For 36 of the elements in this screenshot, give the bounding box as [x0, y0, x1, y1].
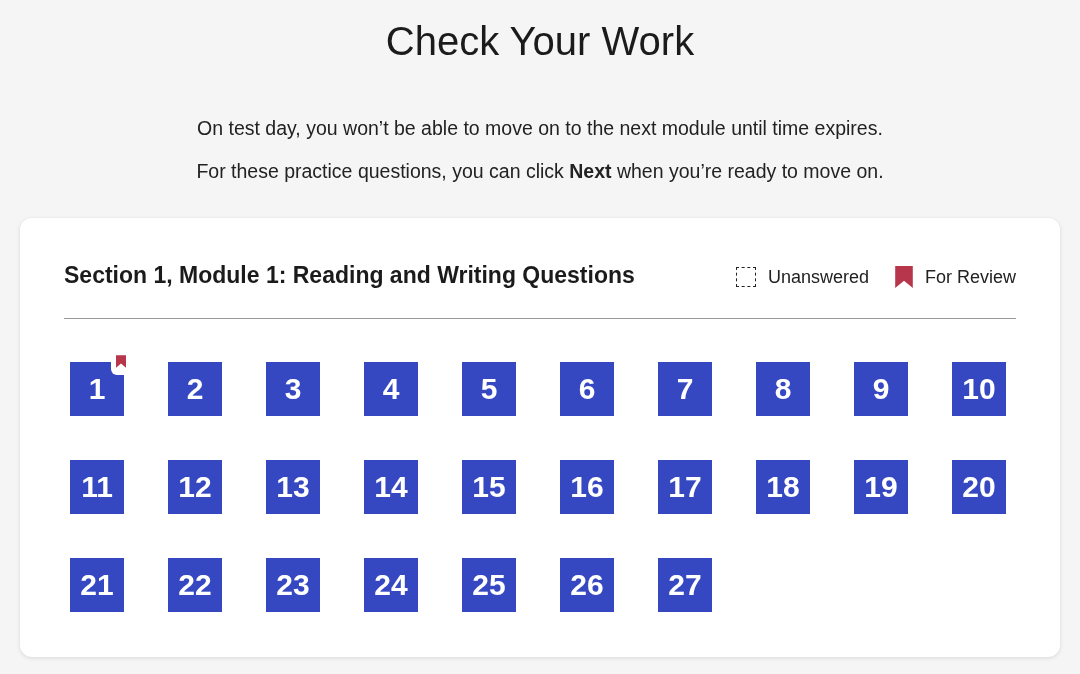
page-title: Check Your Work [385, 18, 695, 65]
instruction-text: For these practice questions, you can click Next when you’re ready to move on. [196, 159, 884, 183]
question-button[interactable]: 24 [364, 558, 418, 612]
question-button[interactable]: 20 [952, 460, 1006, 514]
question-button[interactable]: 12 [168, 460, 222, 514]
question-button[interactable]: 23 [266, 558, 320, 612]
question-button[interactable]: 21 [70, 558, 124, 612]
question-button[interactable]: 15 [462, 460, 516, 514]
question-button[interactable]: 6 [560, 362, 614, 416]
bookmark-icon [116, 355, 126, 368]
question-button[interactable]: 18 [756, 460, 810, 514]
instruction-text: On test day, you won’t be able to move on to the next module until time expires. [197, 116, 883, 140]
question-button[interactable]: 14 [364, 460, 418, 514]
legend-label: For Review [924, 266, 1016, 288]
section-heading: Section 1, Module 1: Reading and Writing Questions [64, 260, 635, 289]
question-button[interactable]: 3 [266, 362, 320, 416]
question-button[interactable]: 7 [658, 362, 712, 416]
question-button[interactable]: 16 [560, 460, 614, 514]
question-button[interactable]: 27 [658, 558, 712, 612]
question-button[interactable]: 4 [364, 362, 418, 416]
question-button[interactable]: 5 [462, 362, 516, 416]
question-button[interactable]: 17 [658, 460, 712, 514]
question-button[interactable]: 19 [854, 460, 908, 514]
question-button[interactable]: 25 [462, 558, 516, 612]
question-button[interactable]: 9 [854, 362, 908, 416]
bookmark-icon [894, 266, 913, 288]
question-button[interactable]: 26 [560, 558, 614, 612]
question-button[interactable]: 2 [168, 362, 222, 416]
question-button[interactable]: 10 [952, 362, 1006, 416]
question-button[interactable]: 22 [168, 558, 222, 612]
question-button[interactable]: 8 [756, 362, 810, 416]
question-button[interactable]: 13 [266, 460, 320, 514]
dashed-square-icon [735, 267, 756, 287]
question-button[interactable]: 1 [70, 362, 124, 416]
question-button[interactable]: 11 [70, 460, 124, 514]
legend-label: Unanswered [767, 266, 869, 288]
